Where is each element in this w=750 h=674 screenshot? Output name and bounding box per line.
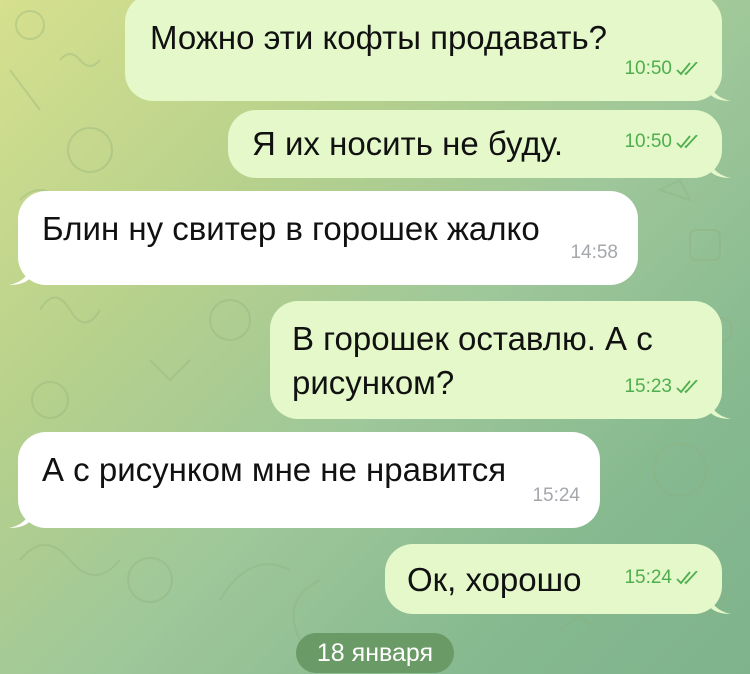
message-time: 15:24 xyxy=(532,485,580,506)
bubble-tail xyxy=(709,156,731,178)
message-time: 14:58 xyxy=(570,242,618,263)
message-meta: 14:58 xyxy=(570,231,618,275)
message-bubble-incoming[interactable]: А с рисунком мне не нравится 15:24 xyxy=(9,432,600,528)
message-time: 10:50 xyxy=(624,131,672,152)
message-text: Блин ну свитер в горошек жалко xyxy=(42,210,540,247)
message-meta: 15:24 xyxy=(532,474,580,518)
bubble-tail xyxy=(709,397,731,419)
message-time: 15:24 xyxy=(624,567,672,588)
bubble-tail xyxy=(709,79,731,101)
message-time: 10:50 xyxy=(624,58,672,79)
message-text: А с рисунком мне не нравится xyxy=(42,451,507,488)
message-meta: 10:50 xyxy=(624,47,700,91)
date-separator: 18 января xyxy=(296,633,454,673)
bubble-tail xyxy=(9,506,31,528)
bubble-tail xyxy=(709,592,731,614)
message-bubble-outgoing[interactable]: Ок, хорошо 15:24 xyxy=(385,544,731,614)
message-time: 15:23 xyxy=(624,376,672,397)
bubble-tail xyxy=(9,263,31,285)
message-bubble-incoming[interactable]: Блин ну свитер в горошек жалко 14:58 xyxy=(9,191,638,285)
double-check-icon xyxy=(676,62,698,76)
double-check-icon xyxy=(676,571,698,585)
message-meta: 15:23 xyxy=(624,365,700,409)
message-bubble-outgoing[interactable]: В горошек оставлю. А с рисунком? 15:23 xyxy=(270,301,731,419)
message-bubble-outgoing[interactable]: Я их носить не буду. 10:50 xyxy=(228,110,731,178)
double-check-icon xyxy=(676,135,698,149)
double-check-icon xyxy=(676,380,698,394)
message-meta: 15:24 xyxy=(624,556,700,600)
message-meta: 10:50 xyxy=(624,120,700,164)
message-bubble-outgoing[interactable]: Можно эти кофты продавать? 10:50 xyxy=(125,0,731,101)
